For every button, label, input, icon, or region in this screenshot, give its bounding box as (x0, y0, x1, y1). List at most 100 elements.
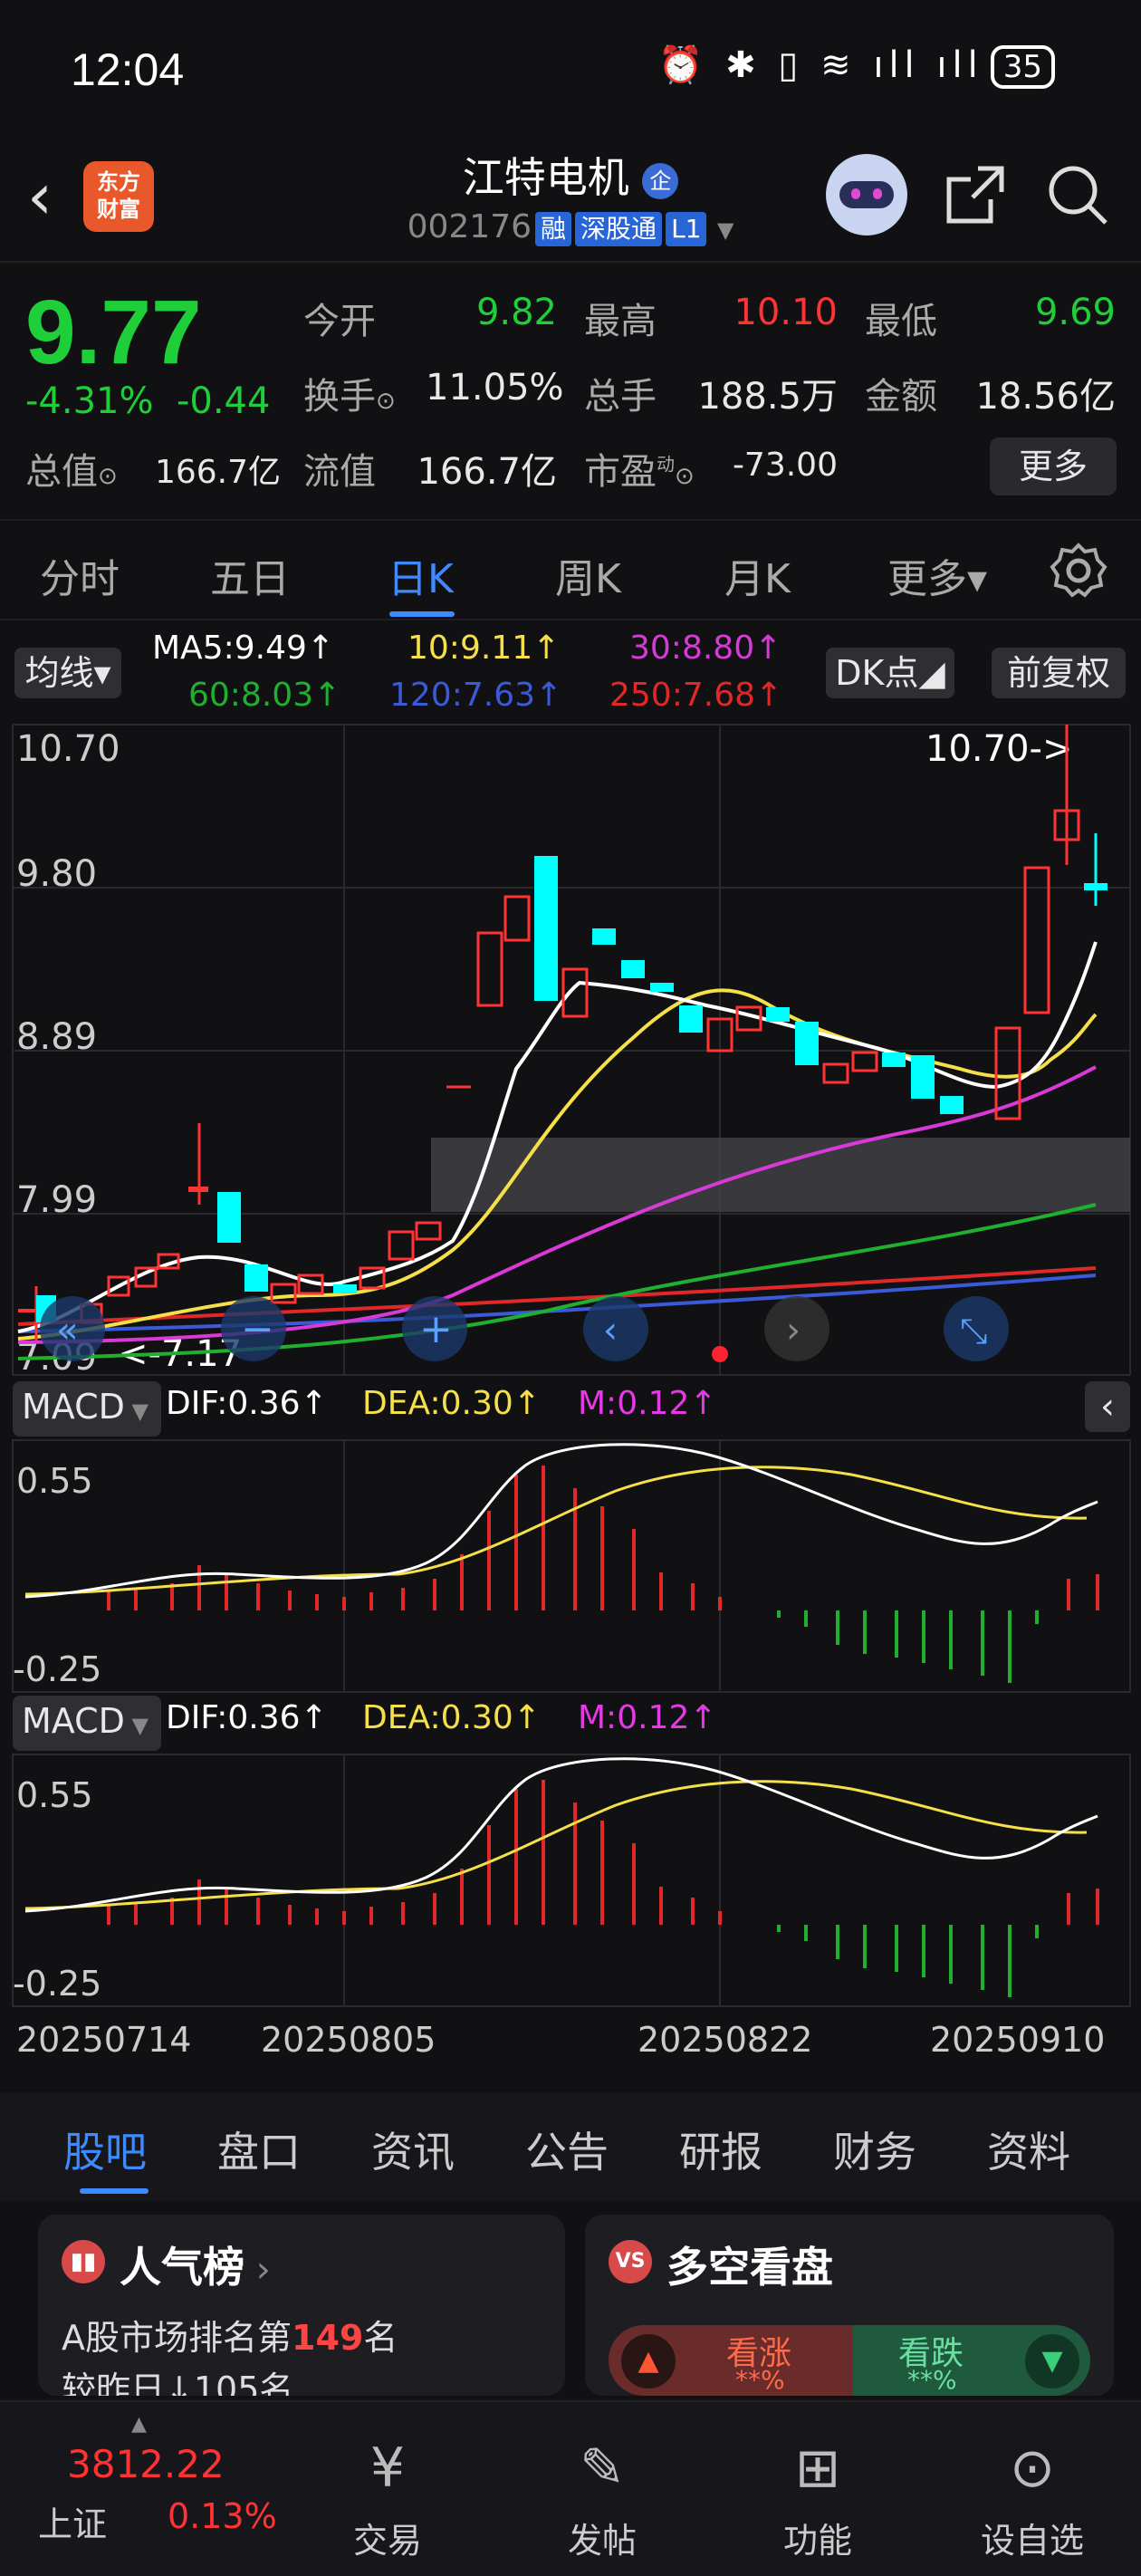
bottom-nav: ▲ 3812.22 上证 0.13% ¥ 交易 ✎ 发帖 ⊞ 功能 ⊙ 设自选 (0, 2400, 1141, 2576)
popularity-change-line: 较昨日↓105名 (62, 2369, 294, 2396)
info-icon[interactable]: ⊙ (98, 463, 118, 490)
ma120-line (17, 1274, 1097, 1333)
macd2-m: M:0.12↑ (578, 1699, 717, 1736)
volume-value: 188.5万 (697, 376, 838, 418)
macd1-m: M:0.12↑ (578, 1385, 717, 1422)
bull-button[interactable]: ▲ 看涨 **% (609, 2325, 853, 2396)
macd1-dif: DIF:0.36↑ (166, 1385, 328, 1422)
info-icon[interactable]: ⊙ (376, 388, 396, 415)
yen-cycle-icon: ¥ (369, 2437, 406, 2500)
popularity-title: 人气榜 › (120, 2235, 271, 2294)
bear-pct: **% (907, 2365, 957, 2395)
robot-assistant-icon[interactable] (826, 154, 907, 235)
more-quote-button[interactable]: 更多 (990, 437, 1117, 495)
status-icon-group: ⏰ ✱ ▯ ≋ ıll ıll (657, 44, 983, 86)
stock-name: 江特电机 (462, 153, 629, 202)
macd1-green-bars (777, 1610, 1039, 1683)
rank-value: 149 (292, 2318, 364, 2358)
status-bar: 12:04 ⏰ ✱ ▯ ≋ ıll ıll 35 (0, 0, 1141, 136)
adjust-price-button[interactable]: 前复权 (992, 648, 1126, 698)
high-value: 10.10 (734, 292, 838, 333)
mcap-value: 166.7亿 (154, 454, 281, 491)
high-label: 最高 (584, 301, 657, 342)
candlestick-chart[interactable]: 10.70 9.80 8.89 7.99 7.09 10.70-> <-7.17 (0, 720, 1141, 1377)
macd2-chart[interactable]: 0.55 -0.25 (0, 1753, 1141, 2008)
low-value: 9.69 (1034, 292, 1116, 333)
down-arrow-icon: ▼ (1025, 2334, 1079, 2389)
float-label: 流值 (303, 451, 376, 493)
share-icon[interactable] (942, 163, 1007, 228)
nav-trade-label: 交易 (352, 2521, 422, 2561)
macd1-indicator-select[interactable]: MACD ▼ (13, 1381, 161, 1437)
index-name[interactable]: 上证 (38, 2496, 107, 2546)
index-change[interactable]: 0.13% (168, 2496, 277, 2536)
tab-pankou[interactable]: 盘口 (217, 2119, 301, 2179)
status-icons: ⏰ ✱ ▯ ≋ ıll ıll 35 (658, 43, 1055, 89)
stock-code: 002176 (407, 208, 532, 245)
macd2-indicator-select[interactable]: MACD ▼ (13, 1696, 161, 1751)
period-tabs: 分时 五日 日K 周K 月K 更多▾ (0, 521, 1141, 620)
ranking-icon: ▮▮ (62, 2240, 105, 2283)
battery-icon: 35 (990, 45, 1055, 89)
rank-prefix: A股市场排名第 (62, 2318, 292, 2358)
tab-research[interactable]: 研报 (679, 2119, 762, 2179)
float-value: 166.7亿 (417, 451, 557, 493)
macd2-green-bars (777, 1925, 1039, 1997)
double-chevron-left-icon: « (56, 1310, 78, 1351)
tab-finance[interactable]: 财务 (833, 2119, 916, 2179)
tab-5day[interactable]: 五日 (210, 546, 290, 604)
rank-suffix: 名 (363, 2318, 398, 2358)
ma30-value: 30:8.80↑ (629, 630, 782, 667)
tab-guba[interactable]: 股吧 (63, 2119, 147, 2179)
tab-daily-k[interactable]: 日K (388, 546, 454, 604)
price-label-3: 8.89 (16, 1016, 97, 1058)
candles (18, 725, 1107, 1341)
popularity-rank-line: A股市场排名第149名 (62, 2310, 398, 2360)
turnover-label: 换手⊙ (303, 367, 396, 419)
pe-label-text: 市盈 (584, 451, 657, 493)
pe-sup: 动 (657, 453, 675, 476)
high-marker: 10.70-> (925, 728, 1072, 770)
pe-label: 市盈动⊙ (584, 442, 695, 495)
vs-icon: VS (609, 2240, 652, 2283)
macd1-top-label: 0.55 (16, 1461, 93, 1501)
nav-post[interactable]: ✎ 发帖 (534, 2437, 670, 2562)
tab-announcements[interactable]: 公告 (525, 2119, 609, 2179)
status-time: 12:04 (71, 44, 185, 95)
macd1-dif-line (24, 1443, 1098, 1599)
nav-add-watchlist[interactable]: ⊙ 设自选 (964, 2437, 1100, 2562)
macd1-chart[interactable]: 0.55 -0.25 (0, 1438, 1141, 1694)
search-icon[interactable] (1046, 163, 1111, 228)
macd2-dea: DEA:0.30↑ (362, 1699, 541, 1736)
gear-icon[interactable] (1049, 541, 1108, 601)
chevron-right-icon: › (786, 1310, 801, 1351)
mcap-label: 总值⊙ (25, 442, 118, 495)
date-label-3: 20250822 (638, 2020, 813, 2060)
tab-intraday[interactable]: 分时 (40, 546, 120, 604)
plus-icon: + (419, 1306, 453, 1352)
dk-point-button[interactable]: DK点◢ (826, 648, 954, 698)
more-circle-icon: ⊙ (1009, 2437, 1056, 2500)
ma250-line (17, 1266, 1097, 1326)
bull-pct: **% (735, 2365, 785, 2395)
dropdown-icon[interactable]: ▼ (717, 217, 734, 243)
nav-trade[interactable]: ¥ 交易 (320, 2437, 455, 2562)
collapse-panel-button[interactable]: ‹ (1085, 1381, 1130, 1432)
info-icon[interactable]: ⊙ (675, 463, 695, 490)
nav-add-watchlist-label: 设自选 (980, 2521, 1084, 2561)
index-value[interactable]: 3812.22 (67, 2442, 225, 2486)
macd2-dif: DIF:0.36↑ (166, 1699, 328, 1736)
ma-toggle-button[interactable]: 均线▾ (14, 648, 121, 698)
tab-monthly-k[interactable]: 月K (724, 546, 791, 604)
macd2-dif-line (24, 1757, 1098, 1913)
tab-profile[interactable]: 资料 (987, 2119, 1070, 2179)
popularity-card[interactable]: ▮▮ 人气榜 › A股市场排名第149名 较昨日↓105名 (38, 2215, 565, 2396)
sentiment-card[interactable]: VS 多空看盘 ▲ 看涨 **% 看跌 **% ▼ (585, 2215, 1114, 2396)
tab-weekly-k[interactable]: 周K (555, 546, 621, 604)
tab-news[interactable]: 资讯 (371, 2119, 455, 2179)
price-label-2: 9.80 (16, 853, 97, 895)
bear-button[interactable]: 看跌 **% ▼ (853, 2325, 1090, 2396)
nav-functions[interactable]: ⊞ 功能 (750, 2437, 886, 2562)
change-pct: -4.31% (25, 380, 154, 422)
tab-more[interactable]: 更多▾ (887, 546, 987, 604)
